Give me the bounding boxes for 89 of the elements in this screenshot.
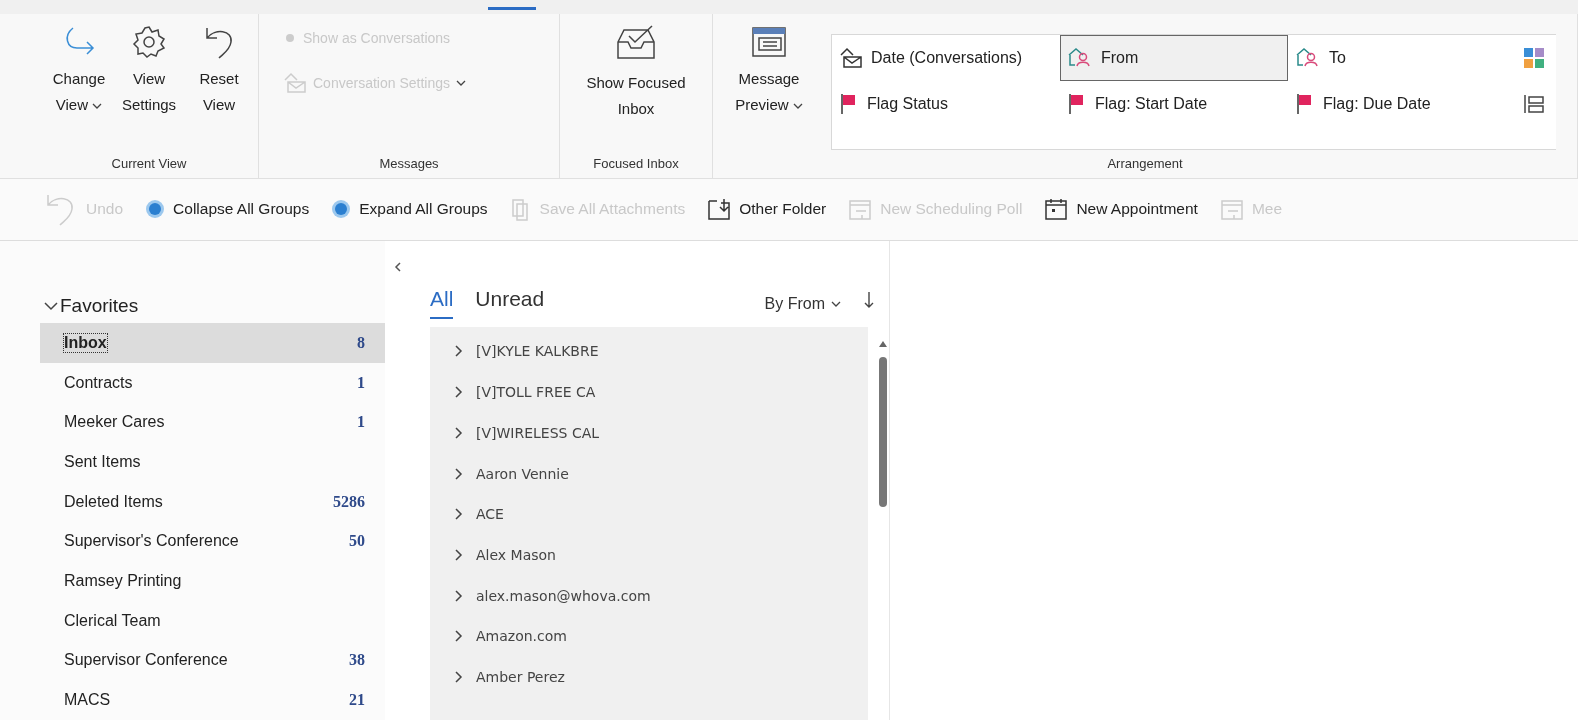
sender-group[interactable]: Amber Perez	[430, 656, 868, 698]
folder-icon	[707, 197, 732, 222]
unread-count: 1	[357, 373, 365, 392]
sender-group[interactable]: [V]TOLL FREE CA	[430, 371, 868, 413]
chevron-icon	[454, 548, 464, 561]
unread-count: 38	[349, 651, 365, 670]
group-label: Arrangement	[1106, 154, 1184, 173]
toolbar-button[interactable]: Collapse All Groups	[145, 199, 310, 220]
caret-icon	[455, 78, 466, 87]
folder-name: Supervisor Conference	[64, 651, 228, 670]
chevron-icon	[44, 301, 58, 312]
arrangement-option[interactable]: From	[1060, 34, 1288, 81]
sender-group[interactable]: ACE	[430, 493, 868, 535]
unread-count: 50	[349, 532, 365, 551]
poll-icon	[1219, 197, 1244, 222]
arrangement-option[interactable]: Flag Status	[832, 80, 1060, 127]
chevron-icon	[454, 508, 464, 521]
filter-tab[interactable]: All	[430, 287, 454, 320]
orb-icon	[331, 199, 352, 220]
arrangement-option[interactable]: Flag: Start Date	[1060, 80, 1288, 127]
folder-item[interactable]: Supervisor Conference 38	[40, 640, 385, 681]
ribbon-button[interactable]: Message Preview	[719, 23, 819, 150]
arrangement-option[interactable]: To	[1288, 34, 1516, 81]
sender-group[interactable]: Alex Mason	[430, 534, 868, 576]
list-icon	[1523, 92, 1545, 115]
folder-item[interactable]: Clerical Team	[40, 600, 385, 641]
arrangement-option[interactable]: Flag: Due Date	[1288, 80, 1516, 127]
folder-name: Clerical Team	[64, 611, 161, 630]
folder-item[interactable]: Sent Items	[40, 442, 385, 482]
folder-name: Ramsey Printing	[64, 572, 182, 591]
toolbar-button[interactable]: Other Folder	[707, 197, 827, 222]
unread-count: 21	[349, 691, 365, 710]
chevron-icon	[454, 426, 464, 439]
folder-name: Meeker Cares	[64, 413, 165, 432]
ribbon-button[interactable]: Change View	[46, 23, 112, 150]
sender-group[interactable]: Amazon.com	[430, 615, 868, 657]
folder-name: Sent Items	[64, 453, 141, 472]
ribbon-button[interactable]: Reset View	[186, 23, 252, 150]
person-icon	[1067, 46, 1093, 69]
folder-item[interactable]: Meeker Cares 1	[40, 402, 385, 443]
caret-icon	[831, 300, 841, 309]
sender-group[interactable]: [V]WIRELESS CAL	[430, 412, 868, 454]
caret-icon	[92, 101, 103, 110]
person-icon	[1295, 46, 1321, 69]
toolbar-button[interactable]: New Appointment	[1044, 197, 1198, 222]
chevron-icon	[454, 345, 464, 358]
caret-icon	[792, 101, 803, 110]
sender-group[interactable]: Aaron Vennie	[430, 453, 868, 494]
chevron-icon	[454, 630, 464, 643]
folder-item[interactable]: Inbox 8	[40, 323, 385, 363]
sender-group[interactable]: [V]KYLE KALKBRE	[430, 331, 868, 372]
folder-item[interactable]: Deleted Items 5286	[40, 481, 385, 522]
folder-name: Supervisor's Conference	[64, 532, 239, 551]
envelope-icon	[283, 71, 307, 94]
group-label: Messages	[378, 154, 440, 173]
arrangement-option[interactable]: Date (Conversations)	[832, 34, 1060, 81]
folder-name: MACS	[64, 691, 111, 710]
unread-count: 5286	[333, 492, 365, 511]
folder-name: Contracts	[64, 373, 133, 392]
folder-name: Deleted Items	[64, 492, 163, 511]
ribbon-button[interactable]: View Settings	[116, 23, 182, 150]
toolbar-button[interactable]: Expand All Groups	[331, 199, 488, 220]
group-label: Current View	[110, 154, 188, 173]
ribbon-button[interactable]: Show Focused Inbox	[566, 23, 706, 150]
folder-name: Inbox	[64, 333, 107, 352]
sender-group[interactable]: alex.mason@whova.com	[430, 575, 868, 616]
unread-count: 8	[357, 333, 365, 352]
favorites-header[interactable]: Favorites	[40, 289, 385, 324]
gear-icon	[131, 23, 167, 60]
folder-item[interactable]: Supervisor's Conference 50	[40, 521, 385, 562]
active-tab-indicator	[488, 7, 536, 10]
folder-item[interactable]: Ramsey Printing	[40, 561, 385, 601]
chevron-icon	[454, 589, 464, 602]
orb-icon	[145, 199, 166, 220]
grid-icon	[1523, 46, 1545, 69]
collapse-pane-icon[interactable]	[393, 261, 403, 274]
group-label: Focused Inbox	[592, 154, 680, 173]
chevron-icon	[454, 386, 464, 399]
sort-dropdown[interactable]: By From	[764, 295, 841, 320]
envelope-icon	[839, 46, 863, 69]
sort-direction-icon[interactable]	[863, 291, 875, 310]
filter-tab[interactable]: Unread	[475, 287, 545, 320]
folder-item[interactable]: MACS 21	[40, 680, 385, 720]
folder-item[interactable]: Contracts 1	[40, 362, 385, 403]
unread-count: 1	[357, 413, 365, 432]
chevron-icon	[454, 670, 464, 683]
chevron-icon	[454, 467, 464, 480]
calendar-icon	[1044, 197, 1069, 222]
poll-icon	[848, 197, 873, 222]
